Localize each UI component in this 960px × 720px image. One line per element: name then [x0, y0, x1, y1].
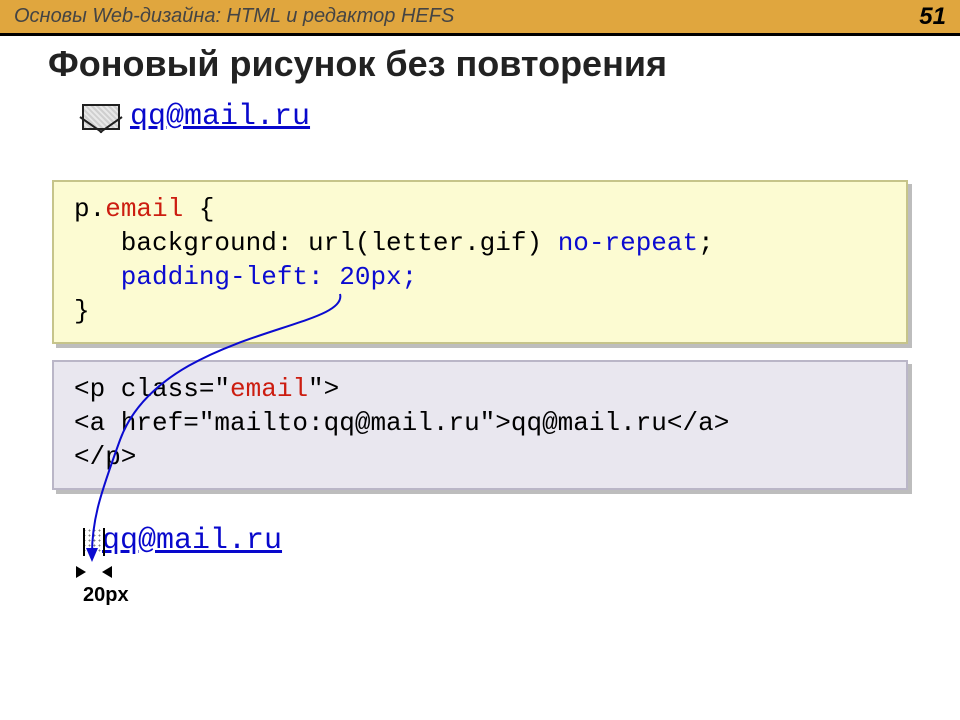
example-with-bg: qq@mail.ru — [82, 100, 310, 134]
css-t: email — [105, 194, 183, 224]
arrow-icon — [102, 566, 112, 578]
example-padding: qq@mail.ru — [82, 524, 282, 558]
html-t: <a href="mailto:qq@mail.ru">qq@mail.ru</… — [74, 408, 729, 438]
header-title: Основы Web-дизайна: HTML и редактор HEFS — [14, 5, 454, 28]
css-t: no-repeat — [558, 228, 698, 258]
page-number: 51 — [919, 3, 946, 31]
css-t: p. — [74, 194, 105, 224]
html-t: "> — [308, 374, 339, 404]
slide-title: Фоновый рисунок без повторения — [48, 43, 667, 85]
css-t: ; — [698, 228, 714, 258]
html-t: </p> — [74, 442, 136, 472]
email-link-with-bg[interactable]: qq@mail.ru — [130, 100, 310, 134]
measure-bar — [83, 528, 85, 556]
envelope-icon — [82, 104, 120, 130]
css-t: { — [183, 194, 214, 224]
measure-20px: 20px — [48, 560, 188, 600]
css-t: padding-left: 20px; — [74, 262, 417, 292]
slide: Основы Web-дизайна: HTML и редактор HEFS… — [0, 0, 960, 720]
html-t: email — [230, 374, 308, 404]
email-link-padded[interactable]: qq@mail.ru — [102, 524, 282, 558]
header-bar: Основы Web-дизайна: HTML и редактор HEFS… — [0, 0, 960, 36]
padding-indicator-icon — [82, 528, 102, 554]
css-code-block: p.email { background: url(letter.gif) no… — [52, 180, 908, 344]
css-t: background: url(letter.gif) — [74, 228, 558, 258]
html-t: <p class=" — [74, 374, 230, 404]
measure-label: 20px — [83, 584, 129, 607]
css-t: } — [74, 296, 90, 326]
measure-bar — [103, 528, 105, 556]
arrow-icon — [76, 566, 86, 578]
html-code-block: <p class="email"> <a href="mailto:qq@mai… — [52, 360, 908, 490]
